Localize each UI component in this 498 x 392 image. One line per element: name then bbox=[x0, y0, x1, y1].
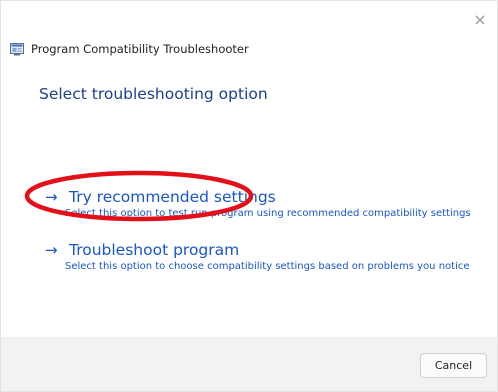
option-title[interactable]: Troubleshoot program bbox=[69, 240, 239, 260]
arrow-right-icon: → bbox=[45, 241, 58, 259]
close-icon: × bbox=[473, 10, 487, 29]
troubleshooter-app-icon bbox=[10, 42, 24, 56]
option-description: Select this option to test run program u… bbox=[65, 208, 471, 219]
option-title[interactable]: Try recommended settings bbox=[69, 187, 276, 207]
troubleshooter-window: × Program Compatibility Troubleshooter S… bbox=[0, 0, 498, 392]
footer-bar: Cancel bbox=[1, 337, 497, 391]
option-try-recommended-settings[interactable]: → Try recommended settings Select this o… bbox=[45, 187, 485, 219]
title-bar: Program Compatibility Troubleshooter bbox=[10, 40, 249, 58]
option-troubleshoot-program[interactable]: → Troubleshoot program Select this optio… bbox=[45, 240, 485, 272]
cancel-button[interactable]: Cancel bbox=[420, 353, 487, 378]
close-button[interactable]: × bbox=[469, 9, 491, 31]
window-title: Program Compatibility Troubleshooter bbox=[31, 42, 249, 56]
arrow-right-icon: → bbox=[45, 188, 58, 206]
page-heading: Select troubleshooting option bbox=[39, 85, 268, 103]
option-description: Select this option to choose compatibili… bbox=[65, 261, 470, 272]
